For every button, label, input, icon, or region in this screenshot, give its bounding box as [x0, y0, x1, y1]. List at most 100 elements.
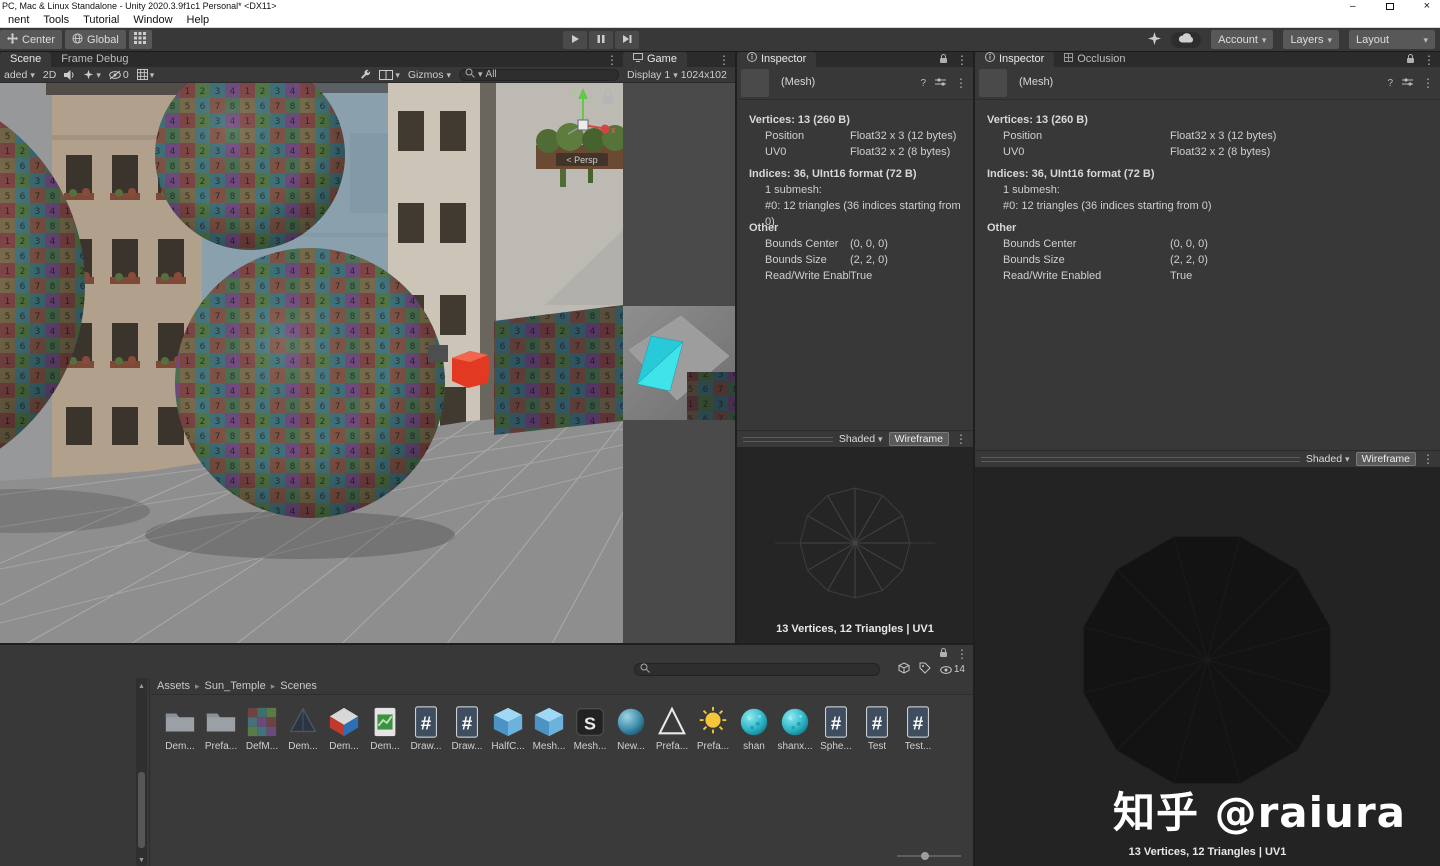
asset-tile[interactable]: Dem... — [160, 705, 200, 752]
breadcrumb-scenes[interactable]: Scenes — [280, 680, 317, 692]
scroll-up-icon[interactable] — [138, 679, 145, 691]
tab-scene[interactable]: Scene — [0, 52, 51, 67]
account-dropdown[interactable]: Account — [1211, 30, 1273, 49]
lock-icon[interactable] — [1406, 53, 1415, 67]
asset-tile[interactable]: #Draw... — [406, 705, 446, 752]
panel-divider[interactable] — [735, 52, 737, 643]
kebab-menu-icon[interactable] — [956, 53, 968, 67]
kebab-menu-icon[interactable] — [1422, 76, 1434, 90]
uv-wireframe-preview[interactable] — [737, 448, 973, 643]
scene-canvas[interactable]: 1234567812345678 — [0, 83, 623, 643]
menu-item-help[interactable]: Help — [180, 12, 217, 28]
kebab-menu-icon[interactable] — [1422, 452, 1434, 466]
kebab-menu-icon[interactable] — [718, 53, 730, 67]
menu-item-tools[interactable]: Tools — [36, 12, 76, 28]
maximize-button[interactable] — [1386, 3, 1394, 10]
tab-game[interactable]: Game — [623, 52, 687, 67]
asset-tile[interactable]: Mesh... — [529, 705, 569, 752]
shading-mode-dropdown[interactable]: aded — [4, 69, 35, 81]
asset-tile[interactable]: Prefa... — [201, 705, 241, 752]
tools-icon[interactable] — [359, 69, 371, 81]
menu-item-window[interactable]: Window — [126, 12, 179, 28]
tab-frame-debug[interactable]: Frame Debug — [51, 52, 138, 67]
display-dropdown[interactable]: Display 1 — [627, 69, 670, 81]
asset-tile[interactable]: Prefa... — [652, 705, 692, 752]
asset-tile[interactable]: #Draw... — [447, 705, 487, 752]
pivot-global-button[interactable]: Global — [65, 30, 126, 49]
breadcrumb-assets[interactable]: Assets — [157, 680, 205, 692]
kebab-menu-icon[interactable] — [1423, 53, 1435, 67]
pivot-center-button[interactable]: Center — [0, 30, 62, 49]
asset-tile[interactable]: Dem... — [365, 705, 405, 752]
project-search-input[interactable] — [634, 663, 880, 676]
asset-tile[interactable]: New... — [611, 705, 651, 752]
asset-tile[interactable]: SMesh... — [570, 705, 610, 752]
2d-toggle-button[interactable]: 2D — [43, 69, 56, 81]
asset-tile[interactable]: #Test — [857, 705, 897, 752]
preview-resize-handle[interactable] — [743, 437, 833, 442]
play-button[interactable] — [563, 31, 587, 49]
kebab-menu-icon[interactable] — [955, 432, 967, 446]
tab-inspector[interactable]: Inspector — [737, 52, 816, 67]
menu-item-tutorial[interactable]: Tutorial — [76, 12, 126, 28]
tab-occlusion[interactable]: Occlusion — [1054, 52, 1135, 67]
asset-tile[interactable]: shanx... — [775, 705, 815, 752]
hidden-count-eye-icon[interactable]: 14 — [940, 664, 965, 675]
resolution-dropdown[interactable]: 1024x102 — [681, 69, 727, 81]
grid-snap-button[interactable] — [129, 30, 152, 49]
breadcrumb-sun-temple[interactable]: Sun_Temple — [205, 680, 281, 692]
kebab-menu-icon[interactable] — [955, 76, 967, 90]
package-icon[interactable] — [898, 662, 910, 677]
step-button[interactable] — [615, 31, 639, 49]
scroll-down-icon[interactable] — [138, 853, 145, 865]
audio-toggle-icon[interactable] — [64, 70, 75, 80]
tab-inspector[interactable]: Inspector — [975, 52, 1054, 67]
help-icon[interactable] — [1387, 77, 1393, 89]
help-icon[interactable] — [920, 77, 926, 89]
wireframe-toggle-button[interactable]: Wireframe — [889, 432, 949, 446]
project-tree-scrollbar[interactable] — [136, 678, 147, 866]
gizmos-dropdown[interactable]: Gizmos — [408, 69, 451, 81]
kebab-menu-icon[interactable] — [956, 647, 968, 661]
uv-sphere-center[interactable] — [175, 248, 445, 518]
asset-tile[interactable]: DefM... — [242, 705, 282, 752]
red-cube[interactable] — [452, 351, 490, 388]
uv-quad[interactable] — [494, 305, 623, 435]
asset-tile[interactable]: #Test... — [898, 705, 938, 752]
grid-visibility-dropdown[interactable] — [137, 69, 155, 81]
slider-knob[interactable] — [921, 852, 929, 860]
project-folder-tree[interactable] — [0, 678, 150, 866]
asset-tile[interactable]: Dem... — [324, 705, 364, 752]
panel-divider[interactable] — [973, 52, 975, 866]
asset-tile[interactable]: Dem... — [283, 705, 323, 752]
label-icon[interactable] — [919, 662, 931, 677]
mesh-preview-area[interactable]: 13 Vertices, 12 Triangles | UV1 知乎 @raiu… — [975, 468, 1440, 866]
menu-item-nent[interactable]: nent — [1, 12, 36, 28]
scene-viewport[interactable]: 1234567812345678 — [0, 83, 623, 643]
scene-search-input[interactable]: All — [459, 69, 619, 81]
close-button[interactable] — [1424, 0, 1430, 12]
minimize-button[interactable] — [1350, 0, 1356, 13]
preview-resize-handle[interactable] — [981, 457, 1300, 462]
kebab-menu-icon[interactable] — [606, 53, 618, 67]
layers-dropdown[interactable]: Layers — [1283, 30, 1339, 49]
camera-view-dropdown[interactable] — [379, 69, 400, 81]
lock-icon[interactable] — [939, 647, 948, 661]
presets-icon[interactable] — [1402, 77, 1413, 90]
pause-button[interactable] — [589, 31, 613, 49]
icon-size-slider[interactable] — [897, 851, 961, 861]
presets-icon[interactable] — [935, 77, 946, 90]
cloud-button[interactable] — [1171, 32, 1201, 48]
scrollbar-thumb[interactable] — [138, 772, 145, 848]
mesh-preview-area[interactable]: 13 Vertices, 12 Triangles | UV1 — [737, 448, 973, 643]
panel-divider[interactable] — [0, 643, 973, 645]
preview-shaded-dropdown[interactable]: Shaded — [1306, 453, 1350, 465]
asset-tile[interactable]: #Sphe... — [816, 705, 856, 752]
preview-shaded-dropdown[interactable]: Shaded — [839, 433, 883, 445]
hidden-objects-toggle[interactable]: 0 — [109, 69, 129, 81]
layout-dropdown[interactable]: Layout — [1349, 30, 1435, 49]
lock-icon[interactable] — [939, 53, 948, 67]
persp-label[interactable]: < Persp — [566, 155, 597, 165]
asset-tile[interactable]: HalfC... — [488, 705, 528, 752]
asset-tile[interactable]: shan — [734, 705, 774, 752]
